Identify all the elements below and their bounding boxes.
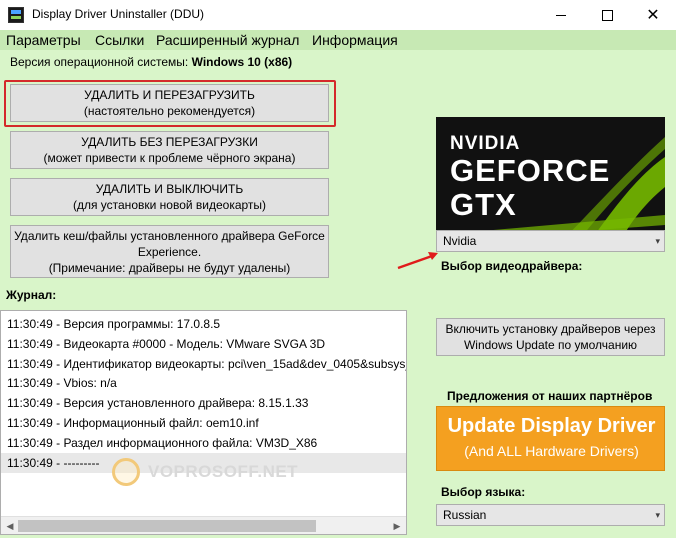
menu-info[interactable]: Информация xyxy=(312,32,398,48)
gtx-text: GTX xyxy=(450,187,517,222)
close-button[interactable]: ✕ xyxy=(630,0,676,30)
driver-select-label: Выбор видеодрайвера: xyxy=(441,259,583,273)
update-display-driver-banner[interactable]: Update Display Driver (And ALL Hardware … xyxy=(436,406,665,471)
scroll-left-icon[interactable]: ◀ xyxy=(3,519,17,533)
driver-select[interactable]: Nvidia ▾ xyxy=(436,230,665,252)
language-label: Выбор языка: xyxy=(441,485,526,499)
partners-label: Предложения от наших партнёров xyxy=(447,389,653,403)
os-version-value: Windows 10 (x86) xyxy=(191,55,293,69)
nvidia-geforce-gtx-logo: NVIDIA GEFORCE GTX xyxy=(436,117,665,247)
scroll-right-icon[interactable]: ▶ xyxy=(390,519,404,533)
chevron-down-icon: ▾ xyxy=(655,510,660,520)
menu-settings[interactable]: Параметры xyxy=(6,32,81,48)
watermark-text: VOPROSOFF.NET xyxy=(148,462,299,481)
main-window: Параметры Ссылки Расширенный журнал Инфо… xyxy=(0,30,676,538)
log-line: 11:30:49 - Информационный файл: oem10.in… xyxy=(7,416,259,430)
red-arrow-icon xyxy=(397,252,438,270)
clean-no-restart-button[interactable]: УДАЛИТЬ БЕЗ ПЕРЕЗАГРУЗКИ (может привести… xyxy=(10,131,329,169)
window-title: Display Driver Uninstaller (DDU) xyxy=(32,7,205,21)
os-version-label: Версия операционной системы: xyxy=(10,55,189,69)
clean-geforce-experience-cache-button[interactable]: Удалить кеш/файлы установленного драйвер… xyxy=(10,225,329,278)
button-label: УДАЛИТЬ БЕЗ ПЕРЕЗАГРУЗКИ xyxy=(81,135,258,149)
title-bar: Display Driver Uninstaller (DDU) ✕ xyxy=(0,0,676,30)
log-line: 11:30:49 - Версия установленного драйвер… xyxy=(7,396,309,410)
chevron-down-icon: ▾ xyxy=(655,236,660,246)
os-version: Версия операционной системы: Windows 10 … xyxy=(10,55,292,69)
minimize-icon xyxy=(556,14,566,16)
minimize-button[interactable] xyxy=(538,0,584,30)
banner-subtitle: (And ALL Hardware Drivers) xyxy=(464,443,639,459)
button-sublabel: (может привести к проблеме чёрного экран… xyxy=(43,151,296,165)
close-icon: ✕ xyxy=(646,7,660,24)
app-icon xyxy=(8,7,24,23)
watermark: VOPROSOFF.NET xyxy=(112,454,312,494)
driver-select-value: Nvidia xyxy=(443,234,477,248)
clean-and-shutdown-button[interactable]: УДАЛИТЬ И ВЫКЛЮЧИТЬ (для установки новой… xyxy=(10,178,329,216)
watermark-logo-icon xyxy=(112,458,140,486)
log-list[interactable]: 11:30:49 - Версия программы: 17.0.8.5 11… xyxy=(0,310,407,535)
clean-and-restart-button[interactable]: УДАЛИТЬ И ПЕРЕЗАГРУЗИТЬ (настоятельно ре… xyxy=(10,84,329,122)
button-sublabel: (для установки новой видеокарты) xyxy=(72,198,267,212)
journal-label: Журнал: xyxy=(6,288,57,302)
log-line: 11:30:49 - --------- xyxy=(7,456,100,470)
scrollbar-thumb[interactable] xyxy=(18,520,316,532)
horizontal-scrollbar[interactable]: ◀ ▶ xyxy=(1,516,406,534)
button-label: Включить установку драйверов через xyxy=(445,322,656,336)
language-select[interactable]: Russian ▾ xyxy=(436,504,665,526)
log-line: 11:30:49 - Vbios: n/a xyxy=(7,376,117,390)
menu-links[interactable]: Ссылки xyxy=(95,32,144,48)
menu-bar: Параметры Ссылки Расширенный журнал Инфо… xyxy=(0,30,676,50)
button-label: УДАЛИТЬ И ПЕРЕЗАГРУЗИТЬ xyxy=(84,88,255,102)
windows-update-toggle-button[interactable]: Включить установку драйверов через Windo… xyxy=(436,318,665,356)
banner-title: Update Display Driver xyxy=(447,415,656,437)
button-label: УДАЛИТЬ И ВЫКЛЮЧИТЬ xyxy=(95,182,244,196)
maximize-button[interactable] xyxy=(584,0,630,30)
menu-advanced-log[interactable]: Расширенный журнал xyxy=(156,32,299,48)
log-line: 11:30:49 - Идентификатор видеокарты: pci… xyxy=(7,357,407,371)
button-sublabel: (настоятельно рекомендуется) xyxy=(83,104,256,118)
nvidia-brand-text: NVIDIA xyxy=(450,133,521,154)
log-line: 11:30:49 - Видеокарта #0000 - Модель: VM… xyxy=(7,337,325,351)
geforce-text: GEFORCE xyxy=(450,153,611,188)
button-label: Удалить кеш/файлы установленного драйвер… xyxy=(14,228,325,243)
button-sublabel: (Примечание: драйверы не будут удалены) xyxy=(48,260,291,275)
button-label: Windows Update по умолчанию xyxy=(463,338,638,352)
log-line: 11:30:49 - Раздел информационного файла:… xyxy=(7,436,318,450)
log-line: 11:30:49 - Версия программы: 17.0.8.5 xyxy=(7,317,221,331)
button-label: Experience. xyxy=(137,244,202,259)
language-select-value: Russian xyxy=(443,508,487,522)
maximize-icon xyxy=(601,9,613,21)
